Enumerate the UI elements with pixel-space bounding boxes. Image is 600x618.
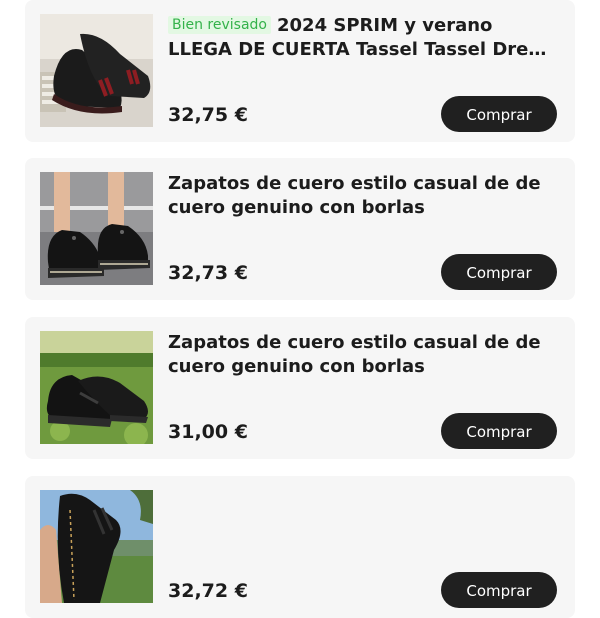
product-title[interactable]: Zapatos de cuero estilo casual de de cue… [168,331,553,379]
product-price: 31,00 € [168,421,248,443]
product-price: 32,73 € [168,262,248,284]
product-image[interactable] [40,14,153,127]
product-card[interactable]: Zapatos de cuero estilo casual de de cue… [25,317,575,459]
product-title-text: Zapatos de cuero estilo casual de de cue… [168,173,541,218]
product-title-text: Zapatos de cuero estilo casual de de cue… [168,332,541,377]
reviewed-badge: Bien revisado [168,16,271,34]
black-lace-up-platform-shoes-icon [40,172,153,285]
product-image[interactable] [40,172,153,285]
buy-button[interactable]: Comprar [441,572,557,608]
product-title[interactable]: Bien revisado 2024 SPRIM y verano LLEGA D… [168,14,553,62]
product-card[interactable]: 32,72 € Comprar [25,476,575,618]
buy-button[interactable]: Comprar [441,254,557,290]
product-title[interactable]: Zapatos de cuero estilo casual de de cue… [168,172,553,220]
product-image[interactable] [40,331,153,444]
product-price: 32,72 € [168,580,248,602]
product-price: 32,75 € [168,104,248,126]
buy-button[interactable]: Comprar [441,413,557,449]
black-penny-loafers-on-grass-icon [40,331,153,444]
buy-button[interactable]: Comprar [441,96,557,132]
product-image[interactable] [40,490,153,603]
product-card[interactable]: Zapatos de cuero estilo casual de de cue… [25,158,575,300]
black-tassel-loafers-icon [40,14,153,127]
hand-holding-loafer-icon [40,490,153,603]
product-card[interactable]: Bien revisado 2024 SPRIM y verano LLEGA D… [25,0,575,142]
